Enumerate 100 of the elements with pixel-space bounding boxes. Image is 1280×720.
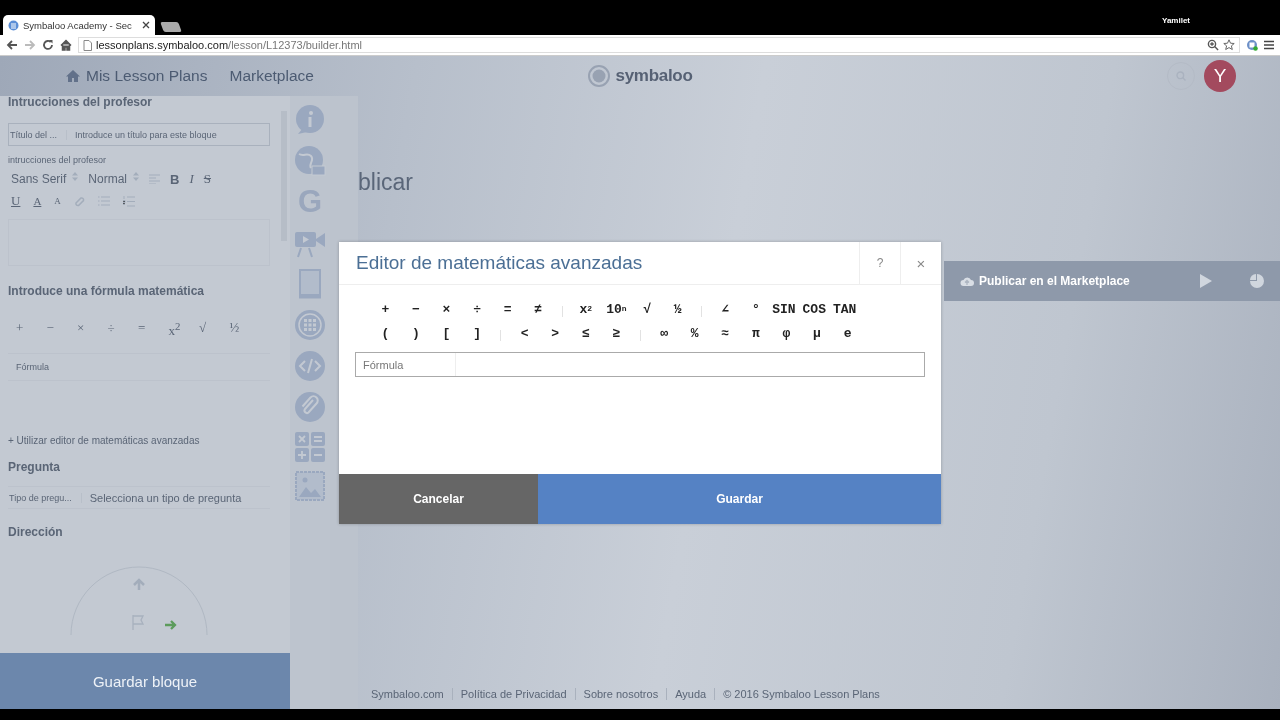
- publish-button[interactable]: Publicar en el Marketplace: [960, 274, 1130, 288]
- logo-icon: [587, 65, 610, 87]
- back-icon[interactable]: [6, 39, 18, 51]
- section-title: Pregunta: [8, 460, 60, 475]
- symbol-button[interactable]: ½: [662, 299, 693, 319]
- symbol-button[interactable]: ≤: [570, 323, 602, 343]
- symbol-button[interactable]: ÷: [107, 320, 138, 340]
- browser-tab[interactable]: Symbaloo Academy - Sec: [3, 15, 155, 35]
- nav-link[interactable]: Mis Lesson Plans: [65, 67, 208, 85]
- close-icon[interactable]: [142, 21, 150, 29]
- symbol-button[interactable]: SIN: [771, 299, 797, 319]
- symbol-button[interactable]: √: [631, 299, 663, 319]
- symbol-button[interactable]: +: [16, 320, 47, 340]
- calculator-icon[interactable]: [295, 432, 325, 462]
- formula-field[interactable]: Fórmula: [8, 353, 270, 382]
- symbol-button[interactable]: >: [539, 323, 571, 343]
- logo-text: symbaloo: [615, 66, 693, 86]
- star-icon[interactable]: [1223, 39, 1235, 51]
- updown-icon: [133, 172, 140, 181]
- symbol-button[interactable]: x$^{2}$: [168, 320, 199, 340]
- symbol-button[interactable]: φ: [771, 323, 802, 343]
- italic-button[interactable]: I: [189, 171, 194, 187]
- code-icon[interactable]: [294, 350, 326, 382]
- footer-link[interactable]: © 2016 Symbaloo Lesson Plans: [714, 688, 888, 700]
- menu-icon[interactable]: [1264, 40, 1274, 50]
- help-button[interactable]: ?: [859, 242, 900, 284]
- formula-field[interactable]: Fórmula: [355, 352, 925, 377]
- footer-link[interactable]: Ayuda: [666, 688, 715, 700]
- symbol-button[interactable]: =: [138, 320, 169, 340]
- address-bar[interactable]: lessonplans.symbaloo.com/lesson/L12373/builder.html: [78, 37, 1240, 53]
- image-icon[interactable]: [295, 471, 325, 501]
- symbol-button[interactable]: ≠: [522, 299, 554, 319]
- select-control[interactable]: Sans Serif: [11, 172, 79, 186]
- pie-chart-icon[interactable]: [1250, 274, 1264, 288]
- symbol-button[interactable]: √: [199, 320, 230, 340]
- dialog-title: Editor de matemáticas avanzadas: [355, 251, 644, 275]
- symbol-button[interactable]: ½: [229, 320, 260, 340]
- symbol-button[interactable]: TAN: [831, 299, 858, 319]
- text-color-button[interactable]: A: [33, 195, 42, 207]
- footer-link[interactable]: Sobre nosotros: [574, 688, 667, 700]
- symbol-button[interactable]: +: [370, 299, 401, 319]
- select-control[interactable]: Normal: [88, 172, 140, 186]
- symbol-button[interactable]: %: [679, 323, 710, 343]
- symbol-button[interactable]: −: [46, 320, 77, 340]
- highlight-button[interactable]: A: [54, 196, 61, 206]
- extension-icon[interactable]: [1246, 39, 1258, 51]
- symbol-button[interactable]: ): [400, 323, 432, 343]
- save-block-button[interactable]: Guardar bloque: [0, 653, 290, 709]
- link-icon[interactable]: [73, 195, 85, 207]
- symbol-button[interactable]: ]: [461, 323, 493, 343]
- question-type-select[interactable]: Tipo de pregu... Selecciona un tipo de pregunta: [8, 486, 270, 510]
- reload-icon[interactable]: [42, 39, 54, 51]
- symbol-button[interactable]: ∞: [648, 323, 680, 343]
- close-button[interactable]: ×: [900, 242, 941, 284]
- symbol-button[interactable]: =: [492, 299, 523, 319]
- section-title: Dirección: [8, 525, 63, 540]
- nav-link[interactable]: Marketplace: [229, 67, 314, 85]
- symbol-button[interactable]: μ: [801, 323, 833, 343]
- new-tab-button[interactable]: [160, 22, 182, 32]
- title-field[interactable]: Título del ... Introduce un título para este bloque: [8, 123, 270, 146]
- strike-button[interactable]: S: [203, 171, 211, 187]
- updown-icon: [72, 172, 79, 181]
- symbol-button[interactable]: °: [740, 299, 772, 319]
- footer-link[interactable]: Política de Privacidad: [451, 688, 575, 700]
- section-title: Introduce una fórmula matemática: [8, 284, 205, 298]
- play-icon[interactable]: [1200, 274, 1212, 288]
- field-label: intrucciones del profesor: [8, 155, 108, 165]
- symbol-button[interactable]: ×: [431, 299, 462, 319]
- symbol-button[interactable]: −: [400, 299, 432, 319]
- symbol-button[interactable]: e: [832, 323, 863, 343]
- symbol-button[interactable]: [: [431, 323, 462, 343]
- cancel-button[interactable]: Cancelar: [339, 474, 538, 524]
- forward-icon[interactable]: [24, 39, 36, 51]
- save-button[interactable]: Guardar: [538, 474, 941, 524]
- symbol-button[interactable]: ∠: [709, 299, 741, 319]
- symbol-button[interactable]: ≈: [709, 323, 741, 343]
- symbol-button[interactable]: π: [740, 323, 772, 343]
- symbol-button[interactable]: ≥: [601, 323, 632, 343]
- symbol-button[interactable]: ÷: [461, 299, 493, 319]
- underline-button[interactable]: U: [11, 193, 21, 209]
- symbol-button[interactable]: 10$^{n}$: [601, 299, 632, 319]
- cloud-upload-icon: [960, 276, 974, 286]
- book-icon[interactable]: [297, 268, 323, 300]
- numbered-list-icon[interactable]: [122, 195, 135, 207]
- zoom-icon[interactable]: [1207, 39, 1219, 51]
- symbol-button[interactable]: ×: [77, 320, 108, 340]
- page-icon: [83, 39, 92, 51]
- user-avatar[interactable]: Y: [1204, 60, 1236, 92]
- symbol-button[interactable]: <: [509, 323, 540, 343]
- symbol-button[interactable]: COS: [801, 299, 827, 319]
- advanced-editor-link[interactable]: + Utilizar editor de matemáticas avanzadas: [8, 435, 270, 447]
- info-icon[interactable]: [294, 104, 326, 136]
- bold-button[interactable]: B: [170, 171, 180, 187]
- symbol-button[interactable]: (: [370, 323, 401, 343]
- home-icon[interactable]: [60, 39, 72, 51]
- grid-icon[interactable]: [294, 309, 326, 341]
- symbol-button[interactable]: x$^{2}$: [570, 299, 602, 319]
- footer-link[interactable]: Symbaloo.com: [371, 688, 452, 700]
- globe-icon[interactable]: [294, 145, 326, 177]
- paperclip-icon[interactable]: [294, 391, 326, 423]
